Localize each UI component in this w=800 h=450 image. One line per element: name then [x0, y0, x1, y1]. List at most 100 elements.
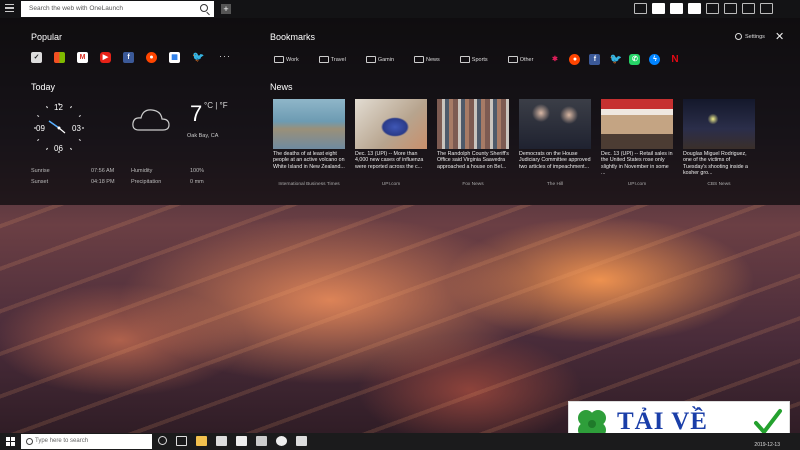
precipitation-label: Precipitation [131, 179, 162, 185]
gmail-icon[interactable]: M [77, 52, 88, 63]
news-thumbnail [601, 99, 673, 149]
popular-apps: ✓ M ▶ f ● ▦ 🐦 ··· [31, 52, 231, 63]
folder-icon[interactable] [724, 3, 737, 14]
window-icon[interactable] [652, 3, 665, 14]
news-card[interactable]: Dec. 13 (UPI) -- Retail sales in the Uni… [601, 99, 673, 187]
folder-icon [414, 56, 425, 63]
office-icon[interactable] [54, 52, 65, 63]
messenger-icon[interactable]: ϟ [649, 54, 661, 65]
file-explorer-icon[interactable] [196, 436, 207, 446]
bookmark-folder[interactable]: Other [507, 56, 533, 63]
clock-number: 12 [54, 103, 63, 112]
taskbar: Type here to search 2019-12-13 [0, 433, 800, 450]
more-icon[interactable]: ··· [219, 52, 231, 63]
facebook-icon[interactable]: f [589, 54, 601, 65]
news-thumbnail [437, 99, 509, 149]
clipboard-icon[interactable] [742, 3, 755, 14]
search-icon[interactable] [200, 4, 208, 12]
window-icon[interactable] [688, 3, 701, 14]
folder-icon [365, 56, 376, 63]
news-source: International Business Times [278, 182, 340, 187]
netflix-icon[interactable]: N [669, 54, 680, 65]
today-heading: Today [31, 82, 56, 92]
close-icon[interactable]: ✕ [775, 30, 784, 43]
reddit-icon[interactable]: ● [569, 54, 581, 65]
search-input[interactable]: Search the web with OneLaunch [21, 1, 214, 17]
calendar-icon[interactable] [256, 436, 267, 446]
more-vert-icon[interactable] [778, 3, 782, 14]
whatsapp-icon[interactable]: ✆ [629, 54, 641, 65]
slack-icon[interactable]: ✱ [549, 54, 560, 65]
facebook-icon[interactable]: f [123, 52, 134, 63]
bookmark-folder[interactable]: Travel [318, 56, 346, 63]
twitter-icon[interactable]: 🐦 [192, 52, 204, 63]
trash-icon[interactable] [760, 3, 773, 14]
news-card[interactable]: Democrats on the House Judiciary Committ… [519, 99, 591, 187]
top-bar: Search the web with OneLaunch + [0, 0, 800, 18]
display-icon[interactable] [634, 3, 647, 14]
sunrise-label: Sunrise [31, 168, 50, 174]
gear-icon [735, 33, 742, 40]
cortana-icon[interactable] [158, 436, 167, 445]
cloud-icon [132, 109, 170, 131]
precipitation-value: 0 mm [190, 179, 204, 185]
settings-button[interactable]: Settings [735, 33, 765, 40]
news-card[interactable]: Dec. 13 (UPI) -- More than 4,000 new cas… [355, 99, 427, 187]
news-card[interactable]: Douglas Miguel Rodriguez, one of the vic… [683, 99, 755, 187]
twitter-icon[interactable]: 🐦 [609, 54, 621, 65]
window-icon[interactable] [670, 3, 683, 14]
settings-label: Settings [745, 33, 765, 40]
sunrise-value: 07:56 AM [91, 168, 115, 174]
weather-location: Oak Bay, CA [187, 133, 219, 139]
add-icon[interactable]: + [221, 4, 231, 14]
news-card[interactable]: The deaths of at least eight people at a… [273, 99, 345, 187]
news-caption: The deaths of at least eight people at a… [273, 151, 345, 170]
task-view-icon[interactable] [176, 436, 187, 446]
humidity-value: 100% [190, 168, 205, 174]
screenshot-icon[interactable] [706, 3, 719, 14]
temperature-unit-toggle[interactable]: °C | °F [204, 101, 228, 110]
reddit-icon[interactable]: ● [146, 52, 157, 63]
bookmark-folder[interactable]: News [414, 56, 440, 63]
bookmarks-heading: Bookmarks [270, 32, 316, 42]
youtube-icon[interactable]: ▶ [100, 52, 111, 63]
folder-icon [459, 56, 470, 63]
custom-app-icon[interactable]: ✓ [31, 52, 42, 63]
news-thumbnail [519, 99, 591, 149]
windows-start-icon[interactable] [6, 437, 15, 446]
news-source: CBS News [707, 182, 731, 187]
news-caption: Dec. 13 (UPI) -- Retail sales in the Uni… [601, 151, 673, 177]
bookmark-folder[interactable]: Work [274, 56, 299, 63]
clock-number: 09 [36, 124, 45, 133]
bookmark-folder[interactable]: Gamin [365, 56, 394, 63]
news-thumbnail [683, 99, 755, 149]
news-heading: News [270, 82, 293, 92]
news-card[interactable]: The Randolph County Sheriff's Office sai… [437, 99, 509, 187]
bookmark-sites: ✱ ● f 🐦 ✆ ϟ N [549, 54, 680, 65]
news-source: Fox News [462, 182, 484, 187]
temperature: 7 [190, 101, 203, 126]
news-caption: Dec. 13 (UPI) -- More than 4,000 new cas… [355, 151, 424, 170]
news-source: The Hill [546, 182, 564, 187]
analog-clock: 12 03 06 09 [31, 100, 87, 156]
mail-icon[interactable] [236, 436, 247, 446]
store-icon[interactable] [216, 436, 227, 446]
onelaunch-icon[interactable] [296, 436, 307, 446]
calendar-icon[interactable]: ▦ [169, 52, 180, 63]
folder-icon [507, 56, 518, 63]
bookmark-folder[interactable]: Sports [459, 56, 488, 63]
clock-number: 06 [54, 144, 63, 153]
alarm-icon[interactable] [276, 436, 287, 446]
sunset-value: 04:18 PM [91, 179, 115, 185]
taskbar-date[interactable]: 2019-12-13 [754, 442, 780, 448]
bookmarks-bar: Work Travel Gamin News Sports Other ✱ ● … [274, 54, 680, 65]
news-source: UPI.com [627, 182, 647, 187]
taskbar-search-input[interactable]: Type here to search [21, 434, 152, 449]
taskbar-apps [158, 436, 307, 446]
sunset-label: Sunset [31, 179, 49, 185]
taskbar-search-placeholder: Type here to search [35, 438, 89, 444]
clock-number: 03 [72, 124, 81, 133]
top-tray [634, 3, 782, 14]
menu-icon[interactable] [5, 4, 14, 13]
news-feed: The deaths of at least eight people at a… [273, 99, 755, 187]
